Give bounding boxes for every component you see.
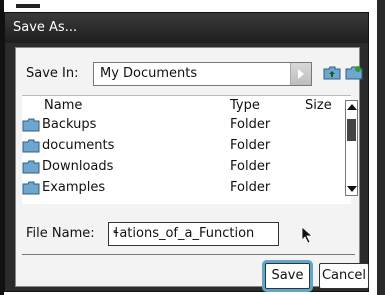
mouse-pointer-icon [301,226,314,244]
dropdown-arrow-icon[interactable] [290,63,311,85]
list-item[interactable]: documents Folder [22,136,334,156]
scroll-thumb[interactable] [347,119,356,141]
folder-icon [22,160,40,174]
folder-icon [22,139,40,153]
scroll-down-icon[interactable] [346,183,357,195]
save-button[interactable]: Save [265,263,310,289]
new-folder-icon[interactable] [345,65,363,80]
column-header-type[interactable]: Type [230,98,260,113]
list-scrollbar[interactable] [345,100,358,196]
background-tab-icon [16,4,40,8]
scroll-up-icon[interactable] [346,101,357,113]
cancel-button[interactable]: Cancel [319,263,369,289]
save-as-dialog: Save As... Save In: My Documents Name Ty… [4,12,369,292]
file-name-label: File Name: [26,226,95,241]
divider [22,254,355,255]
dialog-title: Save As... [5,13,368,43]
folder-up-icon[interactable] [323,65,341,80]
dialog-body: Save In: My Documents Name Type Size Bac… [15,47,369,289]
folder-icon [22,118,40,132]
column-header-name[interactable]: Name [44,98,82,113]
background-top [0,0,385,12]
list-item-type: Folder [230,117,271,132]
list-item[interactable]: Examples Folder [22,178,334,198]
folder-icon [22,181,40,195]
list-item-type: Folder [230,159,271,174]
save-in-value: My Documents [100,66,198,81]
background-right-edge [377,0,385,295]
list-item-type: Folder [230,138,271,153]
file-name-input[interactable]: ɬations_of_a_Function [108,222,279,246]
list-item-name: Downloads [42,159,114,174]
list-item-type: Folder [230,180,271,195]
save-in-dropdown[interactable]: My Documents [93,62,312,86]
file-list: Name Type Size Backups Folder documents … [22,95,351,204]
list-item-name: documents [42,138,115,153]
list-item-name: Examples [42,180,106,195]
list-item[interactable]: Downloads Folder [22,157,334,177]
list-item[interactable]: Backups Folder [22,115,334,135]
save-in-label: Save In: [26,66,79,81]
column-header-size[interactable]: Size [305,98,332,113]
list-item-name: Backups [42,117,97,132]
